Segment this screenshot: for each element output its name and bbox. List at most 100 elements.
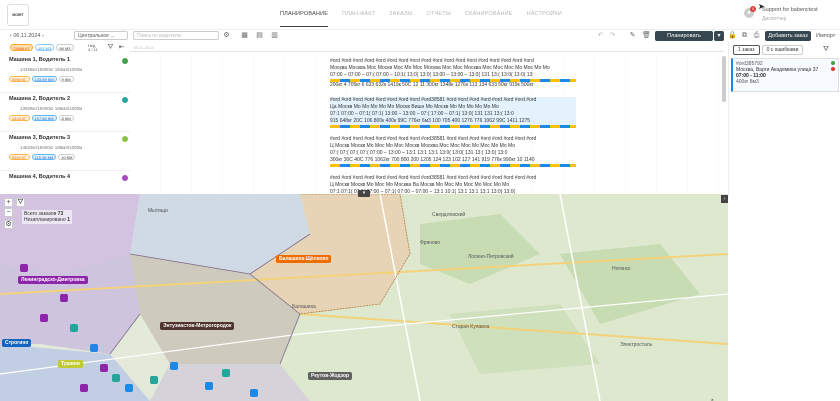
order-pin[interactable] [70,324,78,332]
town-label: Электросталь [620,342,653,348]
distance-tag: 133.69 КМ [31,76,57,82]
route-times: 07:( 07:( 07:( 07:( 07:00 – 13:00 – 13:1… [330,150,508,156]
route-block[interactable]: #ord #ord #ord #ord #ord #ord #ord #ord … [330,97,576,128]
nav-reports[interactable]: ОТЧЕТЫ [426,11,450,27]
driver-tags: 5956 КГ 133.69 КМ 9 КМ [9,76,74,82]
driver-name: Машина 2, Водитель 2 [9,96,71,102]
lock-icon[interactable]: 🔒 [728,31,737,40]
order-pin[interactable] [150,376,158,384]
town-label: Балашиха [292,304,316,310]
import-button[interactable]: Импорт [816,31,835,41]
settings-icon[interactable]: ⚙ [222,31,231,40]
driver-load: 14458кг/15000кг 194м3/1000м [20,67,83,72]
town-label: Старая Купавна [452,324,490,330]
nav-settings[interactable]: НАСТРОЙКИ [527,11,562,27]
order-pin[interactable] [100,364,108,372]
order-pin[interactable] [205,382,213,390]
route-order-ids[interactable]: #ord #ord #ord #ord #ord #ord #ord #ord … [330,97,576,104]
driver-color-dot[interactable] [122,175,128,181]
town-label: Фряново [420,240,441,246]
driver-color-dot[interactable] [122,136,128,142]
order-pin[interactable] [90,344,98,352]
layout-icon[interactable]: ▤ [255,31,264,40]
count-tag: 10 КМ [58,154,76,160]
nav-orders[interactable]: ЗАКАЗЫ [389,11,412,27]
tab-errors[interactable]: 0 с ошибками [761,45,804,55]
summary-chips: 75686 КГ 403 МЗ 98 МЗ [10,44,74,51]
order-pin[interactable] [250,389,258,397]
route-order-ids[interactable]: #ord #ord #ord #ord #ord #ord #ord #ord … [330,58,576,65]
order-pin[interactable] [222,369,230,377]
zone-label[interactable]: Энтузиастов-Метрогородок [160,322,235,330]
date-picker[interactable]: ‹ 06.11.2024 › [10,31,44,41]
weight-tag: 4403 КГ [9,115,30,121]
order-pin[interactable] [20,264,28,272]
zone-label[interactable]: Строгино [2,339,32,347]
zoom-in-button[interactable]: + [4,198,13,207]
depot-select[interactable]: Центральное ... [74,31,128,40]
order-pin[interactable] [112,374,120,382]
side-panel-toggle[interactable]: › [721,195,728,203]
magic-icon[interactable]: ✎ [628,31,637,40]
copy-icon[interactable]: ⧉ [740,31,749,40]
zoom-out-button[interactable]: − [4,208,13,217]
app-logo[interactable]: MOIRT [7,4,29,26]
nav-plan-fact[interactable]: ПЛАН-ФАКТ [342,11,375,27]
route-cities: Ц Москв Москв Мо Мос Мо Москва Ва Москв … [330,182,510,188]
plan-dropdown-button[interactable]: ▾ [714,31,724,41]
nav-planning[interactable]: ПЛАНИРОВАНИЕ [280,11,329,27]
driver-search-input[interactable]: Поиск по водителю [133,31,219,40]
undo-icon[interactable]: ↶ [596,31,605,40]
user-role: Диспетчер [762,16,787,22]
filter-icon[interactable]: ⛛ [106,43,115,52]
map-filter-icon[interactable]: ⛛ [16,198,25,207]
order-pin[interactable] [80,384,88,392]
nav-scanning[interactable]: СКАНИРОВАНИЕ [465,11,513,27]
order-pin[interactable] [125,384,133,392]
route-weights: 300кг 30С 40С 776 1062кг 700 800 200 120… [330,157,535,163]
grid-view-icon[interactable]: ▦ [240,31,249,40]
driver-row[interactable]: Машина 4, Водитель 4 [0,171,130,194]
print-icon[interactable]: ⎙ [752,31,761,40]
driver-row[interactable]: Машина 1, Водитель 1 14458кг/15000кг 194… [0,54,130,93]
route-order-ids[interactable]: #ord #ord #ord #ord #ord #ord #ord #ord … [330,136,576,143]
plan-button[interactable]: Планировать [655,31,713,41]
driver-row[interactable]: Машина 2, Водитель 2 13928кг/15000кг 186… [0,93,130,132]
driver-row[interactable]: Машина 3, Водитель 3 14823кг/15000кг 198… [0,132,130,171]
list-view-icon[interactable]: ▥ [270,31,279,40]
order-pin[interactable] [60,294,68,302]
driver-name: Машина 1, Водитель 1 [9,57,71,63]
zone-label[interactable]: Ленинградско-Дмитровка [18,276,88,284]
schedule-scrollbar[interactable] [722,56,726,102]
route-block[interactable]: #ord #ord #ord #ord #ord #ord #ord #ord … [330,58,576,89]
collapse-icon[interactable]: ⇤ [117,43,126,52]
map-canvas [0,194,728,401]
route-weights: 915 648кг 20С 106 800к 400к 99С 776кг 6м… [330,118,531,124]
weight-chip: 75686 КГ [10,44,33,51]
driver-load: 13928кг/15000кг 186м3/1000м [20,106,83,111]
route-block[interactable]: #ord #ord #ord #ord #ord #ord #ord #ord … [330,136,576,167]
zone-label[interactable]: Реутов-Жодзор [308,372,353,380]
order-pin[interactable] [40,314,48,322]
orders-panel: 1 заказ 0 с ошибками ⛛ #ord385792 Москва… [728,42,840,197]
driver-color-dot[interactable] [122,97,128,103]
mouse-cursor-icon: ➤ [758,2,765,11]
driver-color-dot[interactable] [122,58,128,64]
route-order-ids[interactable]: #ord #ord #ord #ord #ord #ord #ord #ord … [330,175,576,182]
timeline-header: 06.11.2024 [130,44,724,52]
user-name: Support for babenctest [762,7,818,13]
delete-icon[interactable]: 🗑 [642,31,651,40]
map-view[interactable]: + − ⚙ ⛛ Всего заказов 73 Незапланировано… [0,194,728,401]
redo-icon[interactable]: ↷ [608,31,617,40]
order-weight: 400кг 8м3 [736,79,759,85]
order-pin[interactable] [170,362,178,370]
tab-orders[interactable]: 1 заказ [733,45,760,55]
week-info: Нед 4 / 11 [88,44,98,52]
zone-label[interactable]: Тушино [58,360,83,368]
filter-icon[interactable]: ⛛ [823,46,829,54]
order-card[interactable]: #ord385792 Москва, Варги Академика улица… [731,58,839,92]
add-order-button[interactable]: Добавить заказ [765,31,811,41]
zone-label[interactable]: Балашиха-Щёлково [276,255,332,263]
collapse-map-button[interactable]: ▾ [358,190,370,197]
map-settings-icon[interactable]: ⚙ [4,220,13,229]
